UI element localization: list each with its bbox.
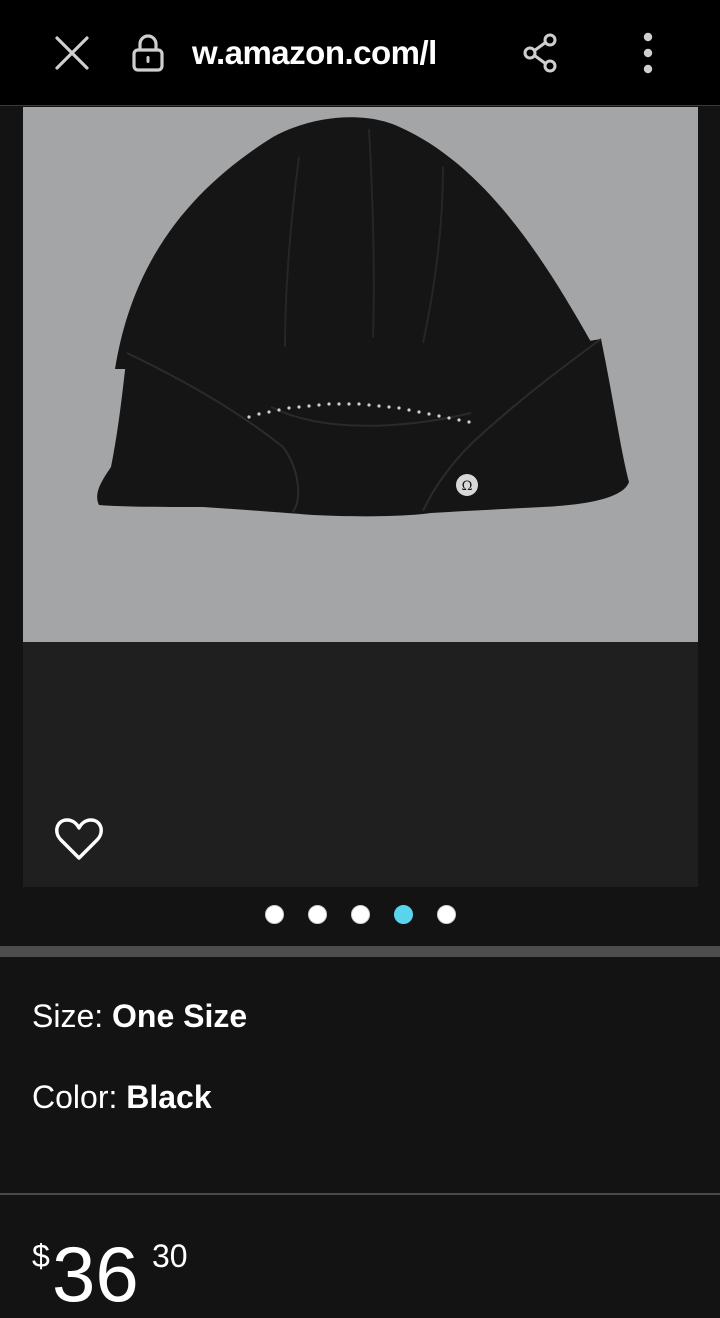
image-carousel-indicators [0, 905, 720, 927]
carousel-dot-active[interactable] [393, 905, 413, 924]
size-label: Size: [32, 998, 104, 1034]
carousel-dot[interactable] [436, 905, 456, 924]
color-label: Color: [32, 1079, 118, 1115]
section-divider [0, 946, 720, 957]
size-value: One Size [112, 998, 248, 1034]
browser-toolbar: w.amazon.com/l [0, 0, 720, 106]
carousel-dot[interactable] [307, 905, 327, 924]
carousel-dot[interactable] [264, 905, 284, 924]
svg-text:Ω: Ω [462, 479, 473, 494]
address-bar-url[interactable]: w.amazon.com/l [192, 34, 472, 72]
carousel-dot[interactable] [350, 905, 370, 924]
price-currency-symbol: $ [32, 1238, 50, 1274]
product-image-gallery[interactable]: Ω [23, 107, 698, 887]
product-image[interactable]: Ω [23, 107, 698, 642]
close-icon[interactable] [50, 0, 94, 106]
color-attribute[interactable]: Color: Black [32, 1079, 212, 1116]
share-icon[interactable] [520, 0, 560, 106]
wishlist-heart-icon[interactable] [54, 816, 104, 866]
color-value: Black [126, 1079, 212, 1115]
price-divider [0, 1193, 720, 1195]
price-whole: 36 [52, 1230, 139, 1318]
price-fraction: 30 [152, 1238, 188, 1274]
size-attribute[interactable]: Size: One Size [32, 998, 247, 1035]
lock-icon[interactable] [128, 0, 168, 106]
more-vertical-icon[interactable] [636, 0, 660, 106]
